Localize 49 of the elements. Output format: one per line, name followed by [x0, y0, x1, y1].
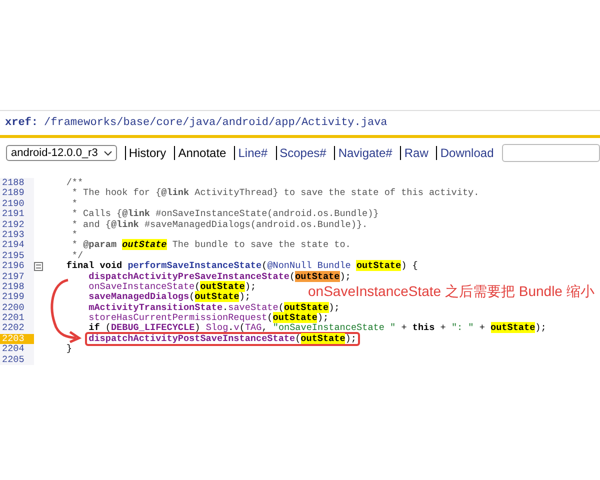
toolbar-link[interactable]: Line# — [234, 146, 273, 160]
xref-label: xref: — [5, 117, 38, 129]
code-line: onSaveInstanceState(outState); — [88, 282, 256, 292]
code-line: * The hook for {@link ActivityThread} to save the state of this activity. — [70, 188, 480, 199]
code-line: saveManagedDialogs(outState); — [88, 292, 250, 303]
caret-icon — [104, 150, 112, 156]
line-number: 2195 — [0, 250, 34, 262]
line-number: 2198 — [0, 282, 34, 292]
code-line: * and {@link #saveManagedDialogs(android.os.Bundle)}. — [70, 220, 368, 230]
toolbar-link[interactable]: History — [124, 146, 172, 160]
line-number: 2201 — [0, 313, 34, 324]
code-line: * @param outState The bundle to save the state to. — [70, 240, 351, 251]
line-number: 2203 — [0, 334, 34, 344]
line-number: 2194 — [0, 240, 34, 251]
search-field[interactable] — [502, 144, 600, 162]
fold-icon[interactable] — [34, 262, 43, 271]
line-number: 2190 — [0, 198, 34, 210]
file-path-link[interactable]: /frameworks/base/core/java/android/app/Activity.java — [44, 117, 388, 129]
line-number: 2188 — [0, 178, 34, 188]
line-number: 2197 — [0, 272, 34, 282]
line-number: 2191 — [0, 209, 34, 220]
toolbar-link[interactable]: Annotate — [174, 146, 232, 160]
line-number: 2205 — [0, 354, 34, 366]
code-line: if (DEBUG_LIFECYCLE) Slog.v(TAG, "onSaveInstanceState " + this + ": " + outState); — [88, 323, 546, 334]
code-line: dispatchActivityPreSaveInstanceState(outState); — [88, 272, 351, 282]
code-line: */ — [70, 250, 84, 261]
line-number: 2196 — [0, 261, 34, 272]
version-select[interactable]: android-12.0.0_r3 — [6, 145, 117, 161]
code-line: * Calls {@link #onSaveInstanceState(android.os.Bundle)} — [70, 209, 379, 220]
line-number: 2202 — [0, 323, 34, 334]
line-number: 2189 — [0, 188, 34, 199]
code-line: /** — [65, 178, 84, 188]
line-number: 2200 — [0, 302, 34, 314]
code-line: dispatchActivityPostSaveInstanceState(outState); — [88, 334, 356, 344]
toolbar-link[interactable]: Raw — [400, 146, 434, 160]
code-line: } — [65, 344, 72, 355]
line-number: 2204 — [0, 344, 34, 355]
code-line: * — [70, 198, 78, 209]
toolbar-link[interactable]: Scopes# — [276, 146, 332, 160]
line-number: 2192 — [0, 220, 34, 230]
toolbar-link[interactable]: Navigate# — [334, 146, 398, 160]
toolbar-link[interactable]: Download — [436, 146, 499, 160]
line-number: 2199 — [0, 292, 34, 303]
code-line: * — [70, 230, 78, 240]
line-number: 2193 — [0, 230, 34, 240]
code-line: storeHasCurrentPermissionRequest(outState); — [88, 313, 329, 324]
code-line: mActivityTransitionState.saveState(outState); — [88, 302, 340, 313]
annotation-text: onSaveInstanceState 之后需要把 Bundle 缩小 — [308, 283, 594, 299]
code-line: final void performSaveInstanceState(@NonNull Bundle outState) { — [65, 261, 418, 272]
